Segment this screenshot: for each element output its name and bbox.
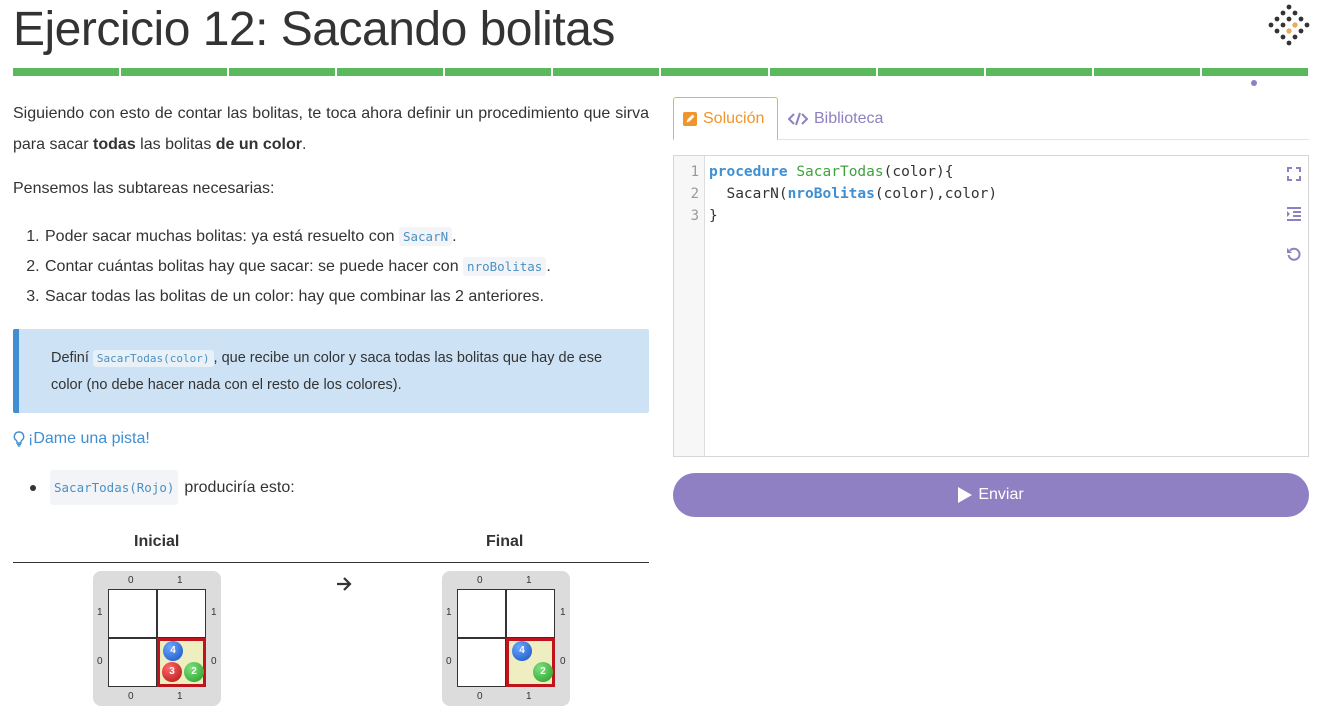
line-number-gutter: 1 2 3 bbox=[674, 156, 705, 456]
row-label: 0 bbox=[211, 656, 217, 667]
list-item: Poder sacar muchas bolitas: ya está resu… bbox=[44, 222, 644, 252]
progress-segment[interactable] bbox=[1093, 68, 1200, 76]
progress-segment[interactable] bbox=[229, 68, 336, 76]
boards-header: Inicial Final bbox=[13, 526, 649, 563]
col-label: 0 bbox=[128, 575, 134, 586]
progress-segment[interactable] bbox=[121, 68, 228, 76]
mumuki-logo-icon[interactable] bbox=[1268, 4, 1310, 50]
exercise-progress-bar bbox=[13, 68, 1308, 76]
progress-segment[interactable] bbox=[337, 68, 444, 76]
col-label: 1 bbox=[526, 691, 532, 702]
row-label: 1 bbox=[446, 607, 452, 618]
col-label: 1 bbox=[526, 575, 532, 586]
row-label: 1 bbox=[97, 607, 103, 618]
progress-segment[interactable] bbox=[769, 68, 876, 76]
row-label: 1 bbox=[211, 607, 217, 618]
submit-button[interactable]: Enviar bbox=[673, 473, 1309, 517]
progress-segment[interactable] bbox=[877, 68, 984, 76]
reset-icon[interactable] bbox=[1286, 246, 1302, 262]
code-nrobolitas: nroBolitas bbox=[463, 257, 547, 276]
row-label: 0 bbox=[560, 656, 566, 667]
board-cell bbox=[506, 589, 555, 638]
blue-ball-icon: 4 bbox=[512, 641, 532, 661]
editor-tabs: Solución Biblioteca bbox=[673, 97, 1309, 140]
board-cell bbox=[457, 589, 506, 638]
code-example: SacarTodas(Rojo) bbox=[50, 470, 179, 505]
blue-ball-icon: 4 bbox=[163, 641, 183, 661]
format-indent-icon[interactable] bbox=[1286, 206, 1302, 222]
hint-link[interactable]: ¡Dame una pista! bbox=[13, 423, 150, 454]
board-head-cell: 4 3 2 bbox=[157, 638, 206, 687]
progress-segment[interactable] bbox=[13, 68, 120, 76]
initial-board: 0 1 0 1 1 0 1 0 4 3 2 bbox=[93, 571, 221, 706]
final-board-label: Final bbox=[486, 533, 524, 550]
code-line: procedure SacarTodas(color){ bbox=[709, 164, 954, 180]
intro-paragraph: Siguiendo con esto de contar las bolitas… bbox=[13, 105, 649, 153]
tab-library[interactable]: Biblioteca bbox=[788, 97, 883, 140]
bullet bbox=[30, 484, 36, 491]
code-sacartodas: SacarTodas(color) bbox=[92, 350, 214, 367]
red-ball-icon: 3 bbox=[162, 662, 182, 682]
board-cell bbox=[157, 589, 206, 638]
line-number: 1 bbox=[690, 164, 699, 180]
tab-solution[interactable]: Solución bbox=[673, 97, 778, 140]
code-editor[interactable]: 1 2 3 procedure SacarTodas(color){ Sacar… bbox=[673, 155, 1309, 457]
edit-icon bbox=[683, 111, 697, 126]
board-head-cell: 4 2 bbox=[506, 638, 555, 687]
code-line: } bbox=[709, 208, 718, 224]
col-label: 1 bbox=[177, 575, 183, 586]
col-label: 0 bbox=[128, 691, 134, 702]
green-ball-icon: 2 bbox=[184, 662, 204, 682]
page-title: Ejercicio 12: Sacando bolitas bbox=[13, 3, 615, 56]
example-item: SacarTodas(Rojo) produciría esto: bbox=[30, 470, 295, 505]
progress-segment[interactable] bbox=[445, 68, 552, 76]
code-line: SacarN(nroBolitas(color),color) bbox=[709, 186, 998, 202]
line-number: 2 bbox=[690, 186, 699, 202]
row-label: 0 bbox=[97, 656, 103, 667]
board-cell bbox=[108, 589, 157, 638]
code-sacarn: SacarN bbox=[398, 227, 453, 246]
play-icon bbox=[958, 487, 973, 503]
code-icon bbox=[788, 112, 808, 125]
task-callout: Definí SacarTodas(color), que recibe un … bbox=[13, 329, 649, 413]
line-number: 3 bbox=[690, 208, 699, 224]
progress-segment[interactable] bbox=[661, 68, 768, 76]
row-label: 0 bbox=[446, 656, 452, 667]
current-exercise-indicator bbox=[1251, 80, 1257, 86]
progress-segment[interactable] bbox=[1201, 68, 1308, 76]
col-label: 0 bbox=[477, 691, 483, 702]
subtasks-list: Poder sacar muchas bolitas: ya está resu… bbox=[44, 222, 644, 312]
col-label: 0 bbox=[477, 575, 483, 586]
row-label: 1 bbox=[560, 607, 566, 618]
list-item: Sacar todas las bolitas de un color: hay… bbox=[44, 282, 644, 312]
code-content[interactable]: procedure SacarTodas(color){ SacarN(nroB… bbox=[709, 161, 997, 227]
green-ball-icon: 2 bbox=[533, 662, 553, 682]
final-board: 0 1 0 1 1 0 1 0 4 2 bbox=[442, 571, 570, 706]
lightbulb-icon bbox=[13, 430, 25, 447]
board-cell bbox=[457, 638, 506, 687]
arrow-right-icon bbox=[337, 577, 352, 591]
col-label: 1 bbox=[177, 691, 183, 702]
list-item: Contar cuántas bolitas hay que sacar: se… bbox=[44, 252, 644, 282]
fullscreen-icon[interactable] bbox=[1286, 166, 1302, 182]
initial-board-label: Inicial bbox=[134, 533, 180, 550]
progress-segment[interactable] bbox=[985, 68, 1092, 76]
subtasks-paragraph: Pensemos las subtareas necesarias: bbox=[13, 180, 275, 197]
progress-segment[interactable] bbox=[553, 68, 660, 76]
board-cell bbox=[108, 638, 157, 687]
